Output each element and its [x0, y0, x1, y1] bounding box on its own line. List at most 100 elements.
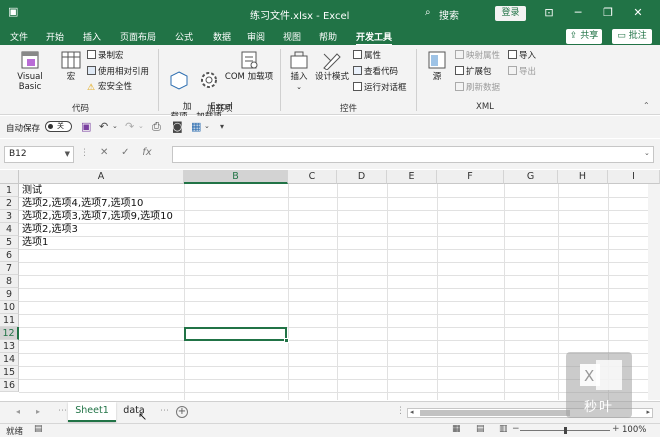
view-code-button[interactable]: 查看代码 [353, 66, 398, 78]
design-mode-button[interactable]: 设计模式 [314, 50, 350, 82]
autosave-toggle[interactable]: 关 [45, 121, 72, 132]
row-header[interactable]: 8 [0, 275, 19, 288]
cell-a3[interactable]: 选项2,选项3,选项7,选项9,选项10 [22, 210, 173, 223]
export-button[interactable]: 导出 [508, 66, 536, 78]
row-header[interactable]: 5 [0, 236, 19, 249]
customize-qat-icon[interactable]: ▾ [220, 120, 224, 133]
page-layout-view-icon[interactable]: ▤ [476, 424, 485, 434]
insert-control-button[interactable]: 插入 ⌄ [287, 50, 311, 92]
prev-sheet-icon[interactable]: ◂ [16, 407, 20, 416]
map-properties-button[interactable]: 映射属性 [455, 50, 500, 62]
redo-dropdown-icon[interactable]: ⌄ [138, 120, 144, 133]
row-header[interactable]: 15 [0, 366, 19, 379]
next-sheet-icon[interactable]: ▸ [36, 407, 40, 416]
row-header[interactable]: 3 [0, 210, 19, 223]
macros-button[interactable]: 宏 [60, 50, 82, 82]
expand-formula-icon[interactable]: ⌄ [644, 149, 650, 157]
xml-source-button[interactable]: 源 [424, 50, 450, 82]
undo-dropdown-icon[interactable]: ⌄ [112, 120, 118, 133]
undo-icon[interactable]: ↶ [99, 120, 108, 133]
row-header[interactable]: 10 [0, 301, 19, 314]
split-handle-icon[interactable]: ⋮ [396, 406, 405, 416]
page-break-view-icon[interactable]: ▥ [499, 424, 508, 434]
tab-developer[interactable]: 开发工具 [356, 30, 393, 46]
record-macro-button[interactable]: 录制宏 [87, 50, 124, 62]
insert-function-icon[interactable]: fx [142, 147, 151, 158]
column-header-e[interactable]: E [387, 170, 437, 184]
row-header[interactable]: 11 [0, 314, 19, 327]
row-header[interactable]: 16 [0, 379, 19, 392]
select-all-corner[interactable] [0, 170, 19, 184]
column-header-f[interactable]: F [437, 170, 504, 184]
ribbon-display-icon[interactable]: ⊡ [538, 4, 560, 22]
selected-cell-b12[interactable] [184, 327, 289, 343]
relative-reference-button[interactable]: 使用相对引用 [87, 66, 149, 78]
print-preview-icon[interactable]: ⎙ [152, 120, 161, 133]
collapse-ribbon-icon[interactable]: ⌃ [643, 101, 650, 110]
row-header[interactable]: 12 [0, 327, 19, 340]
scroll-thumb[interactable] [420, 410, 570, 416]
scroll-left-icon[interactable]: ◂ [410, 408, 414, 416]
login-button[interactable]: 登录 [495, 6, 526, 21]
zoom-out-icon[interactable]: − [512, 424, 520, 434]
enter-icon[interactable]: ✓ [121, 147, 129, 158]
zoom-level[interactable]: 100% [622, 425, 646, 435]
tab-review[interactable]: 审阅 [247, 30, 265, 43]
resize-handle-icon[interactable]: ⋮ [80, 148, 89, 158]
row-header[interactable]: 2 [0, 197, 19, 210]
visual-basic-button[interactable]: Visual Basic [6, 50, 54, 92]
column-header-c[interactable]: C [288, 170, 337, 184]
tab-file[interactable]: 文件 [10, 30, 28, 43]
tab-help[interactable]: 帮助 [319, 30, 337, 43]
vertical-scrollbar[interactable] [648, 184, 660, 400]
tab-home[interactable]: 开始 [46, 30, 64, 43]
name-box[interactable]: B12 ▼ [4, 146, 74, 163]
share-button[interactable]: ⇪ 共享 [566, 29, 602, 44]
more-sheets-icon[interactable]: ⋯ [58, 406, 67, 416]
row-header[interactable]: 7 [0, 262, 19, 275]
column-header-a[interactable]: A [19, 170, 184, 184]
column-header-h[interactable]: H [558, 170, 608, 184]
camera-icon[interactable]: ◙ [172, 120, 183, 133]
cell-a5[interactable]: 选项1 [22, 236, 48, 249]
refresh-data-button[interactable]: 刷新数据 [455, 82, 500, 94]
column-header-b[interactable]: B [184, 170, 288, 184]
border-icon[interactable]: ▦ [191, 120, 201, 133]
cancel-icon[interactable]: ✕ [100, 147, 108, 158]
cell-a4[interactable]: 选项2,选项3 [22, 223, 78, 236]
more-sheets-right-icon[interactable]: ⋯ [160, 406, 169, 416]
cell-a1[interactable]: 测试 [22, 184, 42, 197]
row-header[interactable]: 4 [0, 223, 19, 236]
sheet-tab-sheet1[interactable]: Sheet1 [68, 402, 116, 422]
tab-data[interactable]: 数据 [213, 30, 231, 43]
row-header[interactable]: 1 [0, 184, 19, 197]
restore-icon[interactable]: ❐ [597, 4, 619, 22]
close-icon[interactable]: ✕ [627, 4, 649, 22]
comment-button[interactable]: ▭ 批注 [612, 29, 652, 44]
minimize-icon[interactable]: ─ [567, 4, 589, 22]
add-sheet-button[interactable]: + [176, 406, 188, 418]
row-header[interactable]: 9 [0, 288, 19, 301]
row-header[interactable]: 14 [0, 353, 19, 366]
zoom-in-icon[interactable]: + [612, 424, 620, 434]
macro-security-button[interactable]: ⚠ 宏安全性 [87, 82, 132, 93]
border-dropdown-icon[interactable]: ⌄ [204, 120, 210, 133]
cell-a2[interactable]: 选项2,选项4,选项7,选项10 [22, 197, 143, 210]
tab-formulas[interactable]: 公式 [175, 30, 193, 43]
zoom-slider-knob[interactable] [564, 427, 567, 434]
tab-insert[interactable]: 插入 [83, 30, 101, 43]
com-addins-button[interactable]: COM 加载项 [224, 50, 274, 82]
properties-button[interactable]: 属性 [353, 50, 381, 62]
import-button[interactable]: 导入 [508, 50, 536, 62]
redo-icon[interactable]: ↷ [125, 120, 134, 133]
row-header[interactable]: 13 [0, 340, 19, 353]
normal-view-icon[interactable]: ▦ [452, 424, 461, 434]
expansion-packs-button[interactable]: 扩展包 [455, 66, 492, 78]
column-header-g[interactable]: G [504, 170, 558, 184]
search-icon[interactable]: ⌕ [425, 7, 431, 18]
formula-input[interactable] [172, 146, 654, 163]
run-dialog-button[interactable]: 运行对话框 [353, 82, 407, 94]
fill-handle[interactable] [284, 338, 289, 343]
scroll-right-icon[interactable]: ▸ [646, 408, 650, 416]
column-header-i[interactable]: I [608, 170, 660, 184]
